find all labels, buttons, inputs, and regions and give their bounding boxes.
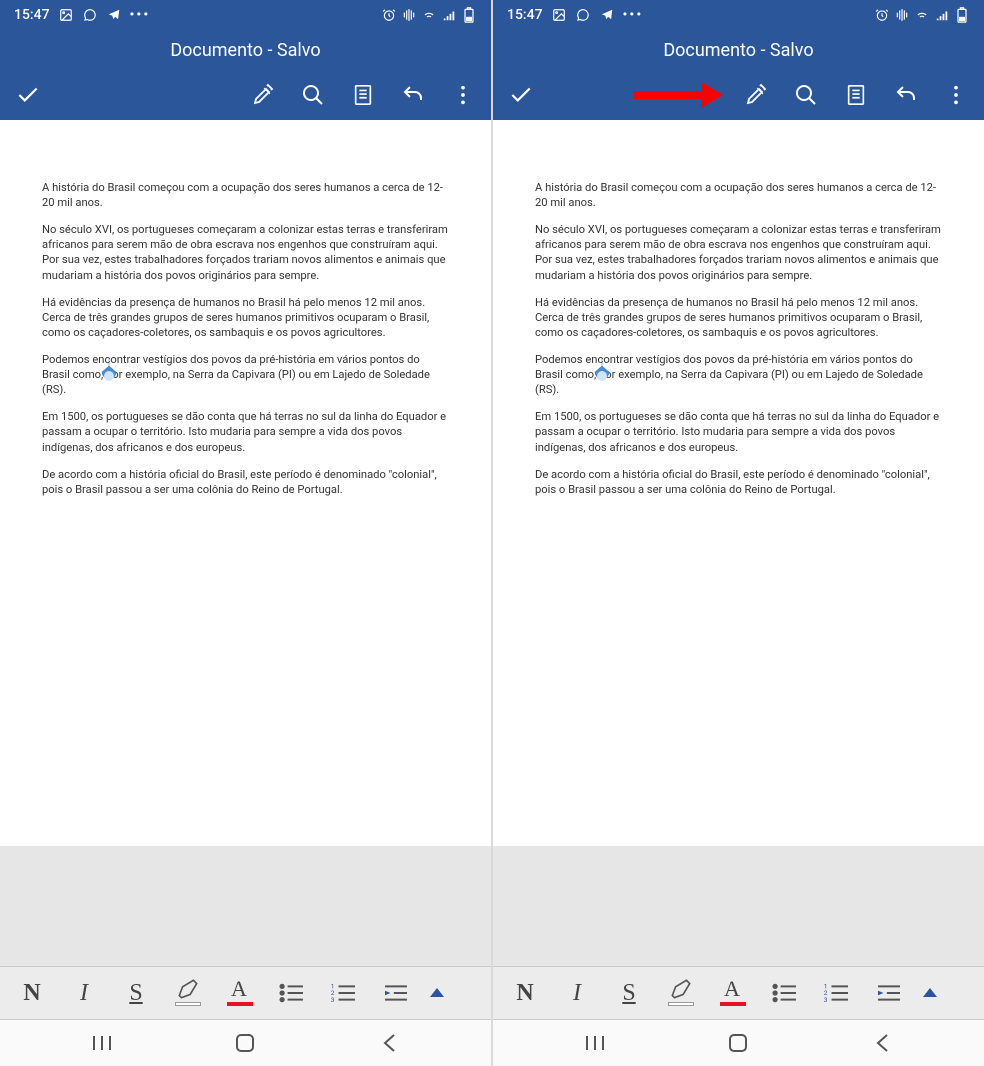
font-color-button[interactable]: A	[707, 971, 759, 1015]
back-button[interactable]	[852, 1028, 912, 1058]
undo-icon[interactable]	[397, 79, 429, 111]
vibrate-icon	[401, 7, 417, 23]
undo-icon[interactable]	[890, 79, 922, 111]
paragraph: A história do Brasil começou com a ocupa…	[42, 180, 449, 210]
bullet-list-button[interactable]	[759, 971, 811, 1015]
status-bar: 15:47 •••	[493, 0, 984, 30]
search-icon[interactable]	[790, 79, 822, 111]
status-bar: 15:47 •••	[0, 0, 491, 30]
highlight-button[interactable]	[162, 971, 214, 1015]
alarm-icon	[874, 7, 890, 23]
italic-button[interactable]: I	[58, 971, 110, 1015]
paragraph: Em 1500, os portugueses se dão conta que…	[535, 409, 942, 454]
phone-screenshot-right: 15:47 ••• Documento - Salvo	[493, 0, 984, 1066]
home-button[interactable]	[215, 1028, 275, 1058]
format-toolbar: N I S A 123	[493, 966, 984, 1020]
android-nav-bar	[493, 1020, 984, 1066]
highlight-button[interactable]	[655, 971, 707, 1015]
expand-toolbar-button[interactable]	[915, 988, 945, 998]
more-icon: •••	[130, 7, 151, 23]
text-cursor-handle[interactable]	[591, 358, 613, 386]
status-time: 15:47	[507, 7, 543, 23]
document-title: Documento - Salvo	[493, 30, 984, 70]
underline-button[interactable]: S	[110, 971, 162, 1015]
gallery-icon	[58, 7, 74, 23]
pen-format-icon[interactable]	[740, 79, 772, 111]
whatsapp-icon	[575, 7, 591, 23]
svg-text:3: 3	[331, 996, 335, 1004]
android-nav-bar	[0, 1020, 491, 1066]
bold-button[interactable]: N	[6, 971, 58, 1015]
reading-icon[interactable]	[347, 79, 379, 111]
document-canvas[interactable]: A história do Brasil começou com a ocupa…	[493, 120, 984, 846]
format-toolbar: N I S A 123	[0, 966, 491, 1020]
italic-button[interactable]: I	[551, 971, 603, 1015]
signal-icon	[441, 7, 457, 23]
confirm-button[interactable]	[12, 79, 44, 111]
annotation-arrow	[633, 82, 723, 108]
search-icon[interactable]	[297, 79, 329, 111]
battery-icon	[954, 7, 970, 23]
page-gap	[0, 846, 491, 966]
top-toolbar	[0, 70, 491, 120]
document-canvas[interactable]: A história do Brasil começou com a ocupa…	[0, 120, 491, 846]
wifi-icon	[914, 7, 930, 23]
reading-icon[interactable]	[840, 79, 872, 111]
confirm-button[interactable]	[505, 79, 537, 111]
more-icon: •••	[623, 7, 644, 23]
telegram-icon	[599, 7, 615, 23]
underline-button[interactable]: S	[603, 971, 655, 1015]
paragraph: Há evidências da presença de humanos no …	[42, 295, 449, 340]
indent-button[interactable]	[863, 971, 915, 1015]
numbered-list-button[interactable]: 123	[811, 971, 863, 1015]
phone-screenshot-left: 15:47 ••• Documento - Salvo	[0, 0, 491, 1066]
recents-button[interactable]	[565, 1028, 625, 1058]
page-gap	[493, 846, 984, 966]
whatsapp-icon	[82, 7, 98, 23]
status-time: 15:47	[14, 7, 50, 23]
paragraph: A história do Brasil começou com a ocupa…	[535, 180, 942, 210]
bold-button[interactable]: N	[499, 971, 551, 1015]
indent-button[interactable]	[370, 971, 422, 1015]
gallery-icon	[551, 7, 567, 23]
home-button[interactable]	[708, 1028, 768, 1058]
expand-toolbar-button[interactable]	[422, 988, 452, 998]
paragraph: No século XVI, os portugueses começaram …	[42, 222, 449, 282]
numbered-list-button[interactable]: 123	[318, 971, 370, 1015]
paragraph: Há evidências da presença de humanos no …	[535, 295, 942, 340]
recents-button[interactable]	[72, 1028, 132, 1058]
menu-icon[interactable]	[447, 79, 479, 111]
wifi-icon	[421, 7, 437, 23]
alarm-icon	[381, 7, 397, 23]
text-cursor-handle[interactable]	[98, 358, 120, 386]
paragraph: No século XVI, os portugueses começaram …	[535, 222, 942, 282]
vibrate-icon	[894, 7, 910, 23]
telegram-icon	[106, 7, 122, 23]
document-title: Documento - Salvo	[0, 30, 491, 70]
signal-icon	[934, 7, 950, 23]
font-color-button[interactable]: A	[214, 971, 266, 1015]
top-toolbar	[493, 70, 984, 120]
paragraph: De acordo com a história oficial do Bras…	[535, 467, 942, 497]
battery-icon	[461, 7, 477, 23]
menu-icon[interactable]	[940, 79, 972, 111]
paragraph: De acordo com a história oficial do Bras…	[42, 467, 449, 497]
back-button[interactable]	[359, 1028, 419, 1058]
paragraph: Em 1500, os portugueses se dão conta que…	[42, 409, 449, 454]
svg-text:3: 3	[824, 996, 828, 1004]
bullet-list-button[interactable]	[266, 971, 318, 1015]
pen-format-icon[interactable]	[247, 79, 279, 111]
